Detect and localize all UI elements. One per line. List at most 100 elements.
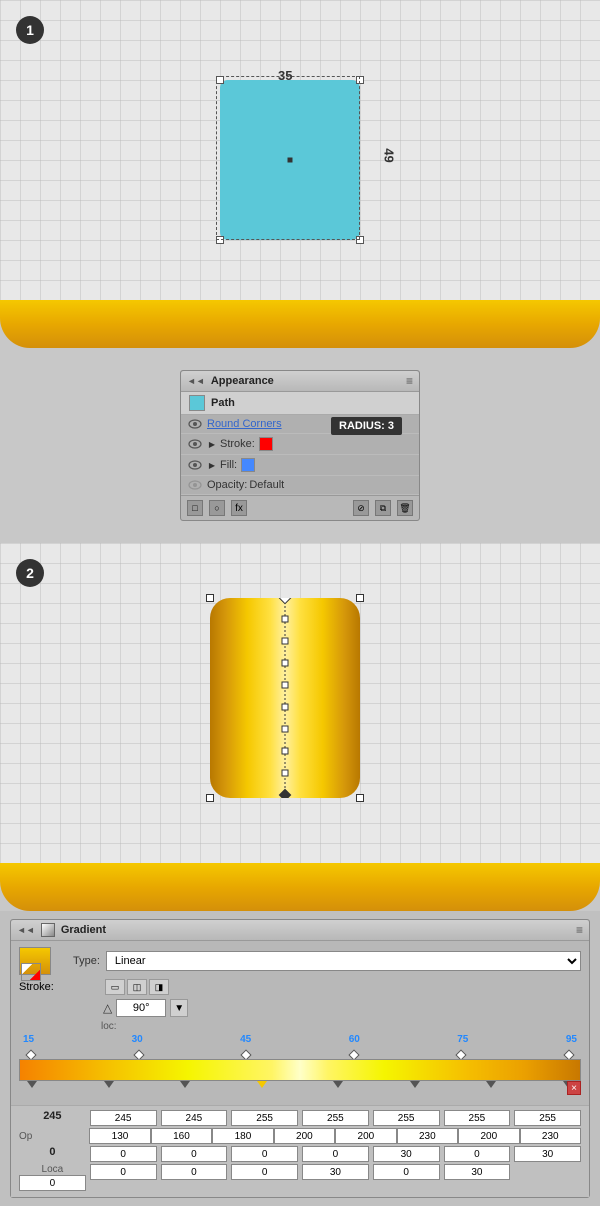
round-corners-row[interactable]: Round Corners RADIUS: 3 xyxy=(181,415,419,434)
r-val-1: 245 xyxy=(19,1110,86,1126)
b-input-3[interactable] xyxy=(161,1146,228,1162)
opacity-value: Default xyxy=(249,479,284,491)
loc-input-5[interactable] xyxy=(302,1164,369,1180)
fill-color-swatch[interactable] xyxy=(241,458,255,472)
b-input-7[interactable] xyxy=(444,1146,511,1162)
blue-rectangle[interactable] xyxy=(220,80,360,240)
r-val-7 xyxy=(444,1110,511,1126)
eye-icon-fill[interactable] xyxy=(187,459,203,471)
b-input-8[interactable] xyxy=(514,1146,581,1162)
loc-input-4[interactable] xyxy=(231,1164,298,1180)
gradient-type-select[interactable]: Linear Radial xyxy=(106,951,581,971)
delete-stop-button[interactable]: × xyxy=(567,1081,581,1095)
gradient-stroke-swatch[interactable] xyxy=(21,963,41,981)
stroke-icon-2[interactable]: ◫ xyxy=(127,979,147,995)
trash-icon[interactable]: 🗑 xyxy=(397,500,413,516)
r-input-7[interactable] xyxy=(444,1110,511,1126)
duplicate-icon[interactable]: ⧉ xyxy=(375,500,391,516)
golden-handle-tr[interactable] xyxy=(356,594,364,602)
gradient-bar[interactable] xyxy=(19,1059,581,1081)
g-input-5[interactable] xyxy=(335,1128,396,1144)
appearance-panel-area: ◄◄ Appearance ≡ Path Round Corners RADIU… xyxy=(0,348,600,543)
stop-bottom-7[interactable] xyxy=(486,1081,496,1088)
gradient-swatches xyxy=(19,947,51,975)
stroke-expand-icon[interactable]: ▶ xyxy=(207,439,217,449)
r-val-2 xyxy=(90,1110,157,1126)
loc-input-6[interactable] xyxy=(373,1164,440,1180)
stroke-color-swatch[interactable] xyxy=(259,437,273,451)
gradient-double-arrow: ◄◄ xyxy=(17,925,35,935)
gradient-type-row: Type: Linear Radial xyxy=(19,947,581,975)
new-rect-icon[interactable]: □ xyxy=(187,500,203,516)
r-input-5[interactable] xyxy=(302,1110,369,1126)
opacity-labels-row: Op xyxy=(19,1128,581,1144)
angle-input[interactable] xyxy=(116,999,166,1017)
handle-bl[interactable] xyxy=(216,236,224,244)
stop-bottom-6[interactable] xyxy=(410,1081,420,1088)
loc-val-2 xyxy=(90,1164,157,1191)
handle-tl[interactable] xyxy=(216,76,224,84)
golden-handle-bl[interactable] xyxy=(206,794,214,802)
tick-60: 60 xyxy=(349,1034,360,1045)
fx-icon[interactable]: fx xyxy=(231,500,247,516)
stroke-row[interactable]: ▶ Stroke: xyxy=(181,434,419,455)
b-val-2 xyxy=(90,1146,157,1162)
gradient-icon xyxy=(41,923,55,937)
golden-rectangle[interactable] xyxy=(210,598,360,798)
step-1-circle: 1 xyxy=(16,16,44,44)
yellow-banner-1 xyxy=(0,300,600,348)
fill-expand-icon[interactable]: ▶ xyxy=(207,460,217,470)
stop-bottom-4[interactable] xyxy=(257,1081,267,1088)
stop-bottom-3[interactable] xyxy=(180,1081,190,1088)
no-icon[interactable]: ⊘ xyxy=(353,500,369,516)
b-input-4[interactable] xyxy=(231,1146,298,1162)
g-input-2[interactable] xyxy=(151,1128,212,1144)
r-input-8[interactable] xyxy=(514,1110,581,1126)
eye-icon-roundcorners[interactable] xyxy=(187,418,203,430)
tick-75: 75 xyxy=(457,1034,468,1045)
g-input-6[interactable] xyxy=(397,1128,458,1144)
loc-input-7[interactable] xyxy=(444,1164,511,1180)
handle-br[interactable] xyxy=(356,236,364,244)
golden-handle-tl[interactable] xyxy=(206,594,214,602)
stroke-icon-3[interactable]: ◨ xyxy=(149,979,169,995)
eye-icon-stroke[interactable] xyxy=(187,438,203,450)
panel-menu-icon[interactable]: ≡ xyxy=(406,374,413,388)
gradient-menu-icon[interactable]: ≡ xyxy=(576,923,583,937)
b-input-5[interactable] xyxy=(302,1146,369,1162)
appearance-panel-footer: □ ○ fx ⊘ ⧉ 🗑 xyxy=(181,495,419,520)
round-corners-label[interactable]: Round Corners xyxy=(207,418,282,430)
loc-input-2[interactable] xyxy=(90,1164,157,1180)
golden-handle-br[interactable] xyxy=(356,794,364,802)
r-input-3[interactable] xyxy=(161,1110,228,1126)
b-val-4 xyxy=(231,1146,298,1162)
b-input-2[interactable] xyxy=(90,1146,157,1162)
stop-bottom-5[interactable] xyxy=(333,1081,343,1088)
loc-values-row: Loca xyxy=(19,1164,581,1191)
radius-tooltip: RADIUS: 3 xyxy=(331,417,402,435)
b-input-6[interactable] xyxy=(373,1146,440,1162)
g-input-3[interactable] xyxy=(212,1128,273,1144)
r-input-6[interactable] xyxy=(373,1110,440,1126)
loc-val-4 xyxy=(231,1164,298,1191)
g-input-1[interactable] xyxy=(89,1128,150,1144)
g-input-8[interactable] xyxy=(520,1128,581,1144)
angle-dropdown[interactable]: ▼ xyxy=(170,999,188,1017)
appearance-panel: ◄◄ Appearance ≡ Path Round Corners RADIU… xyxy=(180,370,420,521)
handle-tr[interactable] xyxy=(356,76,364,84)
stroke-icon-1[interactable]: ▭ xyxy=(105,979,125,995)
double-arrow-icon: ◄◄ xyxy=(187,376,205,386)
r-input-4[interactable] xyxy=(231,1110,298,1126)
r-input-2[interactable] xyxy=(90,1110,157,1126)
g-input-7[interactable] xyxy=(458,1128,519,1144)
g-val-2 xyxy=(151,1128,212,1144)
stop-bottom-2[interactable] xyxy=(104,1081,114,1088)
stop-bottom-1[interactable] xyxy=(27,1081,37,1088)
path-label: Path xyxy=(211,397,235,409)
type-label: Type: xyxy=(73,955,100,967)
loc-input-3[interactable] xyxy=(161,1164,228,1180)
loc-input-1[interactable] xyxy=(19,1175,86,1191)
g-input-4[interactable] xyxy=(274,1128,335,1144)
fill-row[interactable]: ▶ Fill: xyxy=(181,455,419,476)
new-circle-icon[interactable]: ○ xyxy=(209,500,225,516)
